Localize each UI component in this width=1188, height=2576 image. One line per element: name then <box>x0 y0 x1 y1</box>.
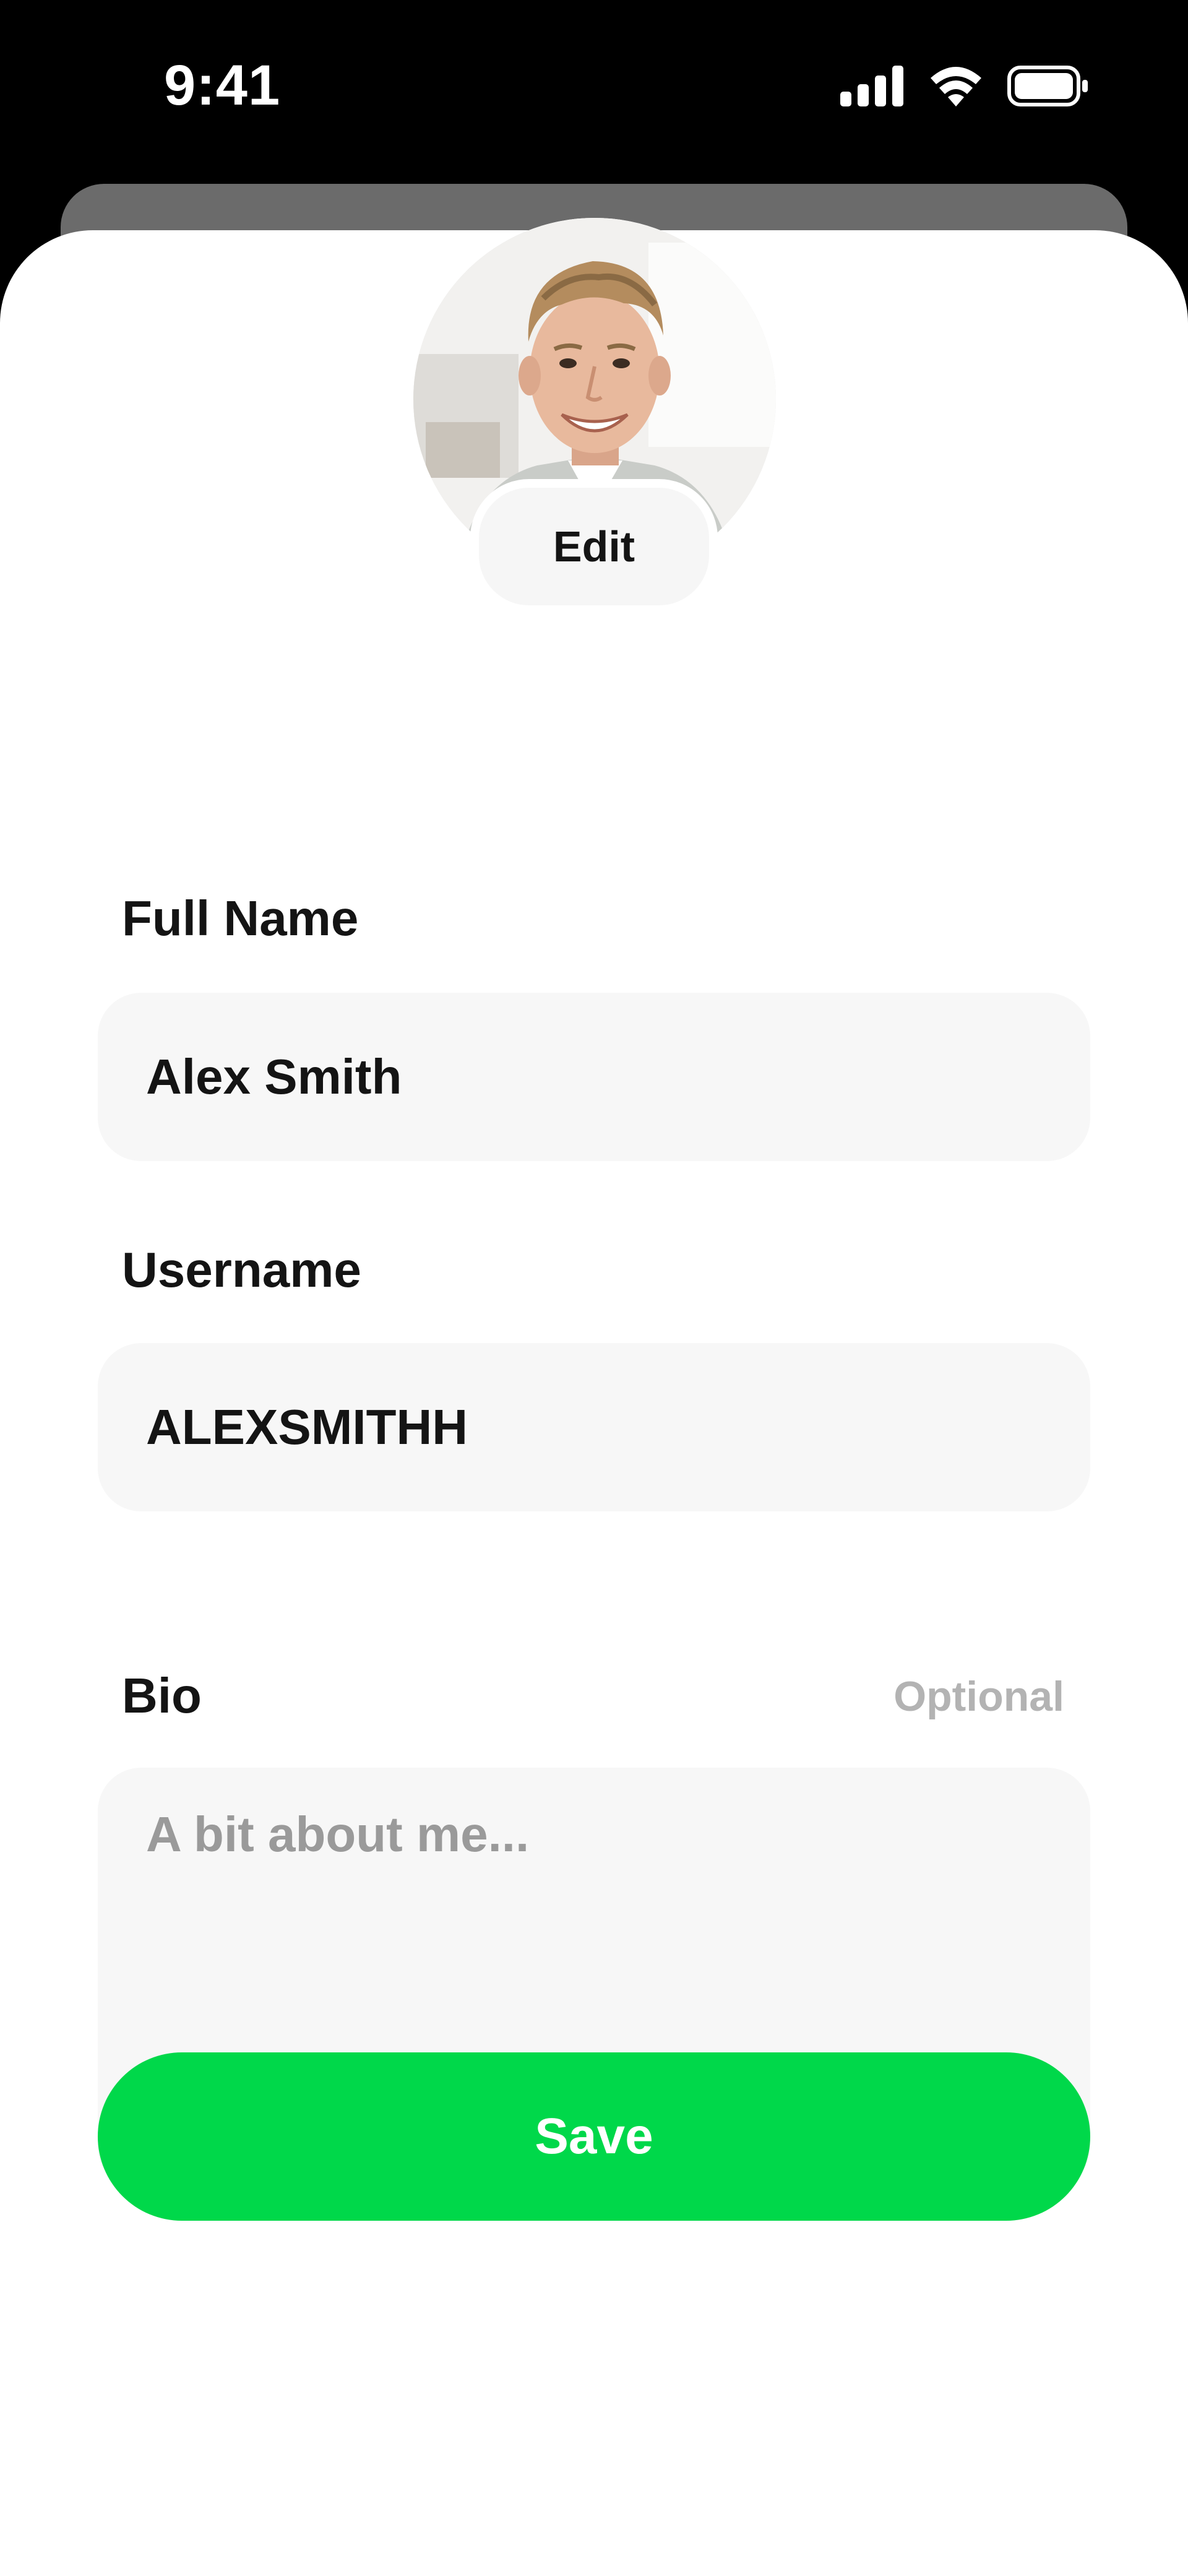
full-name-field[interactable]: Alex Smith <box>98 993 1090 1161</box>
username-field[interactable]: ALEXSMITHH <box>98 1343 1090 1511</box>
bio-optional-hint: Optional <box>893 1673 1064 1720</box>
battery-icon <box>1007 66 1089 106</box>
status-icons <box>840 66 1089 106</box>
full-name-label: Full Name <box>122 891 359 946</box>
username-label: Username <box>122 1242 361 1297</box>
wifi-icon <box>928 66 984 106</box>
bio-label: Bio <box>122 1668 202 1723</box>
status-time: 9:41 <box>164 54 281 117</box>
status-bar: 9:41 <box>0 0 1188 179</box>
save-button[interactable]: Save <box>98 2052 1090 2221</box>
signal-icon <box>840 66 905 106</box>
edit-avatar-button[interactable]: Edit <box>470 479 718 614</box>
